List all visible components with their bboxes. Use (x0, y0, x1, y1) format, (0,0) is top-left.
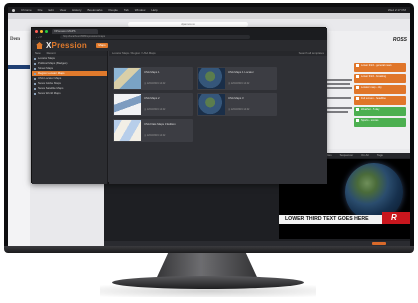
card-title: USA Maps 3 (228, 96, 244, 100)
graphic-icon (356, 64, 359, 67)
menu-item[interactable]: File (38, 8, 43, 12)
folder-icon (34, 77, 36, 80)
card-title: USA Flats Maps 3 Edition (144, 122, 176, 126)
background-left-pane: Dem (8, 31, 30, 246)
folder-icon (34, 72, 36, 75)
graphic-icon (356, 75, 359, 78)
lower-third-text: LOWER THIRD TEXT GOES HERE (285, 216, 369, 222)
browser-tab[interactable]: XPression MAPS (52, 29, 98, 34)
rundown-row[interactable]: Sports - scores (354, 118, 406, 127)
folder-icon (34, 82, 36, 85)
article-line (326, 111, 348, 113)
menu-item[interactable]: Help (151, 8, 157, 12)
template-card[interactable]: USA Maps 1 Locator ◷ 12/18/2019 14:42 (197, 67, 277, 90)
map-thumbnail (114, 68, 141, 89)
lower-third-graphic: LOWER THIRD TEXT GOES HERE R (279, 212, 410, 224)
logo-letter: R (391, 213, 397, 222)
card-title: USA Maps 1 (144, 70, 160, 74)
xpression-window-chrome: XPression MAPS ‹ › ⟳ http://localhost:80… (32, 28, 327, 40)
card-meta: ◷ 12/18/2019 14:42 (228, 82, 250, 85)
take-button[interactable] (372, 242, 386, 245)
graphic-icon (356, 108, 359, 111)
menu-clock: Wed 2:17 PM (387, 8, 406, 12)
article-line (326, 107, 352, 109)
monitor-screen: Chrome File Edit View History Bookmarks … (8, 7, 410, 246)
menu-item[interactable]: Window (135, 8, 146, 12)
card-meta: ◷ 12/18/2019 14:42 (144, 134, 166, 137)
map-thumbnail (198, 94, 225, 115)
graphic-icon (356, 119, 359, 122)
menu-item[interactable]: Chrome (21, 8, 32, 12)
card-meta: ◷ 12/18/2019 14:42 (144, 82, 166, 85)
rundown-row[interactable]: Full screen - headline (354, 96, 406, 105)
menu-item[interactable]: View (60, 8, 66, 12)
map-thumbnail (114, 94, 141, 115)
article-line (326, 83, 350, 85)
background-logo: Dem (10, 37, 20, 42)
card-meta: ◷ 12/18/2019 14:42 (228, 108, 250, 111)
studio-status-bar (104, 241, 410, 246)
maximize-window-icon[interactable] (45, 30, 48, 33)
map-thumbnail (114, 120, 141, 141)
rundown-row[interactable]: Locator map - city (354, 85, 406, 94)
article-line (326, 79, 352, 81)
folder-icon (34, 87, 36, 90)
article-line (326, 87, 352, 89)
studio-tab[interactable]: Sequencer (340, 153, 354, 158)
graphic-icon (356, 97, 359, 100)
menu-item[interactable]: Tab (124, 8, 129, 12)
folder-icon (34, 67, 36, 70)
template-card[interactable]: USA Maps 2 ◷ 12/18/2019 14:42 (113, 93, 193, 116)
studio-tab[interactable]: Tags (377, 153, 383, 158)
folder-icon (34, 92, 36, 95)
menu-item[interactable]: People (109, 8, 118, 12)
card-meta: ◷ 12/18/2019 14:42 (144, 108, 166, 111)
maps-badge: Maps (96, 43, 108, 48)
minimize-window-icon[interactable] (40, 30, 43, 33)
monitor-chin (4, 246, 414, 253)
close-window-icon[interactable] (35, 30, 38, 33)
xpression-logo: XPression (46, 41, 87, 50)
xpression-maps-window: XPression MAPS ‹ › ⟳ http://localhost:80… (31, 27, 327, 184)
article-line (326, 97, 351, 99)
monitor-stand-base (112, 276, 304, 289)
search-link[interactable]: Search all templates (299, 51, 324, 56)
sidebar-item[interactable]: News World Maps (32, 91, 107, 96)
card-title: USA Maps 1 Locator (228, 70, 254, 74)
menu-item[interactable]: Bookmarks (87, 8, 102, 12)
rundown-row[interactable]: Lower third - breaking (354, 74, 406, 83)
background-nav-bar[interactable] (8, 65, 30, 69)
template-card[interactable]: USA Maps 1 ◷ 12/18/2019 14:42 (113, 67, 193, 90)
graphic-icon (356, 86, 359, 89)
monitor-stand-neck (156, 252, 258, 278)
card-title: USA Maps 2 (144, 96, 160, 100)
address-bar[interactable]: http://localhost:8080/xpression/maps (60, 35, 250, 39)
nav-arrows-icon[interactable]: ‹ › ⟳ (36, 35, 42, 39)
ross-logo: ROSS (392, 37, 407, 43)
scene: Chrome File Edit View History Bookmarks … (0, 0, 418, 303)
rundown-row[interactable]: Lower third - general news (354, 63, 406, 72)
menu-item[interactable]: History (72, 8, 81, 12)
folder-icon (34, 62, 36, 65)
lower-third-logo-box: R (382, 212, 410, 224)
xpression-header: XPression Maps (32, 40, 327, 51)
rundown-row[interactable]: Weather - 5 day (354, 107, 406, 116)
browser-tab-strip (8, 13, 410, 19)
apple-icon[interactable] (12, 8, 15, 12)
content-toolbar: Locator Maps / Region / USA Maps Search … (109, 51, 327, 56)
breadcrumb[interactable]: Locator Maps / Region / USA Maps (112, 51, 156, 55)
folder-icon (34, 57, 36, 60)
home-icon[interactable] (36, 42, 43, 49)
template-sidebar: New Recent Locator Maps Political Maps (… (32, 51, 108, 184)
map-thumbnail (198, 68, 225, 89)
template-card[interactable]: USA Maps 3 ◷ 12/18/2019 14:42 (197, 93, 277, 116)
studio-tab[interactable]: On Air (361, 153, 369, 158)
template-grid: Locator Maps / Region / USA Maps Search … (109, 51, 327, 184)
menu-item[interactable]: Edit (49, 8, 54, 12)
template-card[interactable]: USA Flats Maps 3 Edition ◷ 12/18/2019 14… (113, 119, 193, 142)
